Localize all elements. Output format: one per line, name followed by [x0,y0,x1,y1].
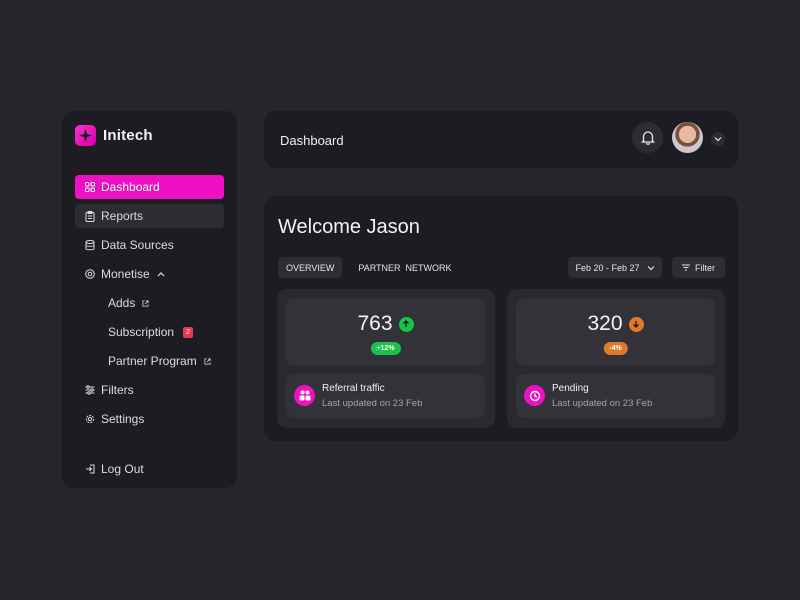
tab-overview[interactable]: OVERVIEW [278,257,342,278]
metric-row: 763 [286,312,485,336]
metric-box: 763 +12% [286,298,485,366]
change-badge: +12% [370,342,400,355]
sidebar: Initech Dashboard Reports Data Sources M… [62,111,237,488]
chevron-up-icon [156,269,167,280]
notifications-button[interactable] [632,122,663,153]
card-title: Referral traffic [322,383,385,394]
sidebar-item-label: Adds [108,296,135,310]
filter-icon [682,264,690,271]
card-title: Pending [552,383,589,394]
external-link-icon [142,300,149,307]
sidebar-item-label: Dashboard [101,180,160,194]
metric-value: 763 [357,312,392,336]
avatar[interactable] [672,122,703,153]
stat-card-referral: 763 +12% Referral traffic Last updated o… [277,289,495,428]
top-header: Dashboard [264,111,738,168]
date-range-picker[interactable]: Feb 20 - Feb 27 [568,257,662,278]
logout-section: Log Out [75,457,224,486]
sidebar-item-subscription[interactable]: Subscription 2 [75,320,224,344]
grid-icon [84,182,95,193]
external-link-icon [204,358,211,365]
welcome-heading: Welcome Jason [278,216,420,239]
database-icon [84,240,95,251]
info-box: Pending Last updated on 23 Feb [516,374,715,418]
tab-bar: OVERVIEW PARTNER NETWORK [278,257,460,278]
arrow-down-icon [629,317,644,332]
gear-icon [84,414,95,425]
sidebar-item-label: Data Sources [101,238,174,252]
arrow-up-icon [399,317,414,332]
sidebar-item-adds[interactable]: Adds [75,291,224,315]
notification-badge: 2 [183,327,193,338]
clock-icon [524,385,545,406]
main-panel: Welcome Jason OVERVIEW PARTNER NETWORK F… [264,196,738,441]
card-subtitle: Last updated on 23 Feb [552,398,652,409]
sidebar-nav: Dashboard Reports Data Sources Monetise … [75,175,224,436]
logout-icon [84,464,95,475]
profile-menu-toggle[interactable] [711,132,725,146]
logout-button[interactable]: Log Out [75,457,224,481]
brand[interactable]: Initech [75,125,153,146]
sidebar-item-filters[interactable]: Filters [75,378,224,402]
sidebar-item-label: Reports [101,209,143,223]
date-range-label: Feb 20 - Feb 27 [575,263,639,273]
sidebar-item-monetise[interactable]: Monetise [75,262,224,286]
clipboard-icon [84,211,95,222]
filter-button[interactable]: Filter [672,257,725,278]
sidebar-item-data-sources[interactable]: Data Sources [75,233,224,257]
sidebar-item-reports[interactable]: Reports [75,204,224,228]
sidebar-item-label: Settings [101,412,144,426]
sidebar-item-label: Partner Program [108,354,197,368]
sliders-icon [84,385,95,396]
sidebar-item-settings[interactable]: Settings [75,407,224,431]
logo-icon [75,125,96,146]
metric-box: 320 -4% [516,298,715,366]
logout-label: Log Out [101,462,144,476]
filter-label: Filter [695,263,715,273]
sidebar-item-dashboard[interactable]: Dashboard [75,175,224,199]
target-icon [84,269,95,280]
tab-partner-network[interactable]: PARTNER NETWORK [350,257,459,278]
metric-row: 320 [516,312,715,336]
users-icon [294,385,315,406]
chevron-down-icon [714,136,722,142]
change-badge: -4% [603,342,627,355]
brand-name: Initech [103,127,153,144]
sidebar-item-label: Filters [101,383,134,397]
info-box: Referral traffic Last updated on 23 Feb [286,374,485,418]
stat-card-pending: 320 -4% Pending Last updated on 23 Feb [507,289,725,428]
sidebar-item-partner-program[interactable]: Partner Program [75,349,224,373]
page-title: Dashboard [280,133,344,148]
sidebar-item-label: Subscription [108,325,174,339]
chevron-down-icon [647,265,655,271]
metric-value: 320 [587,312,622,336]
sidebar-item-label: Monetise [101,267,150,281]
bell-icon [641,130,655,145]
card-subtitle: Last updated on 23 Feb [322,398,422,409]
